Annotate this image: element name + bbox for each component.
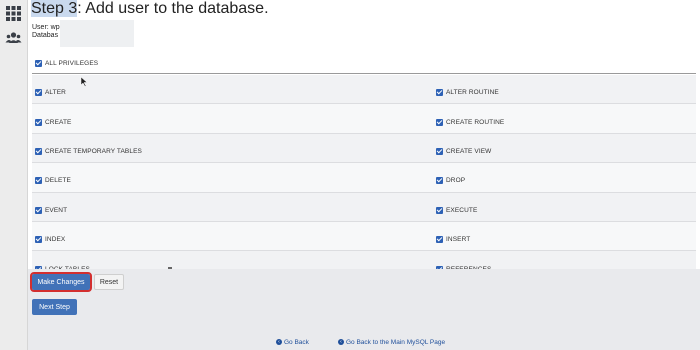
privilege-label: DROP (446, 177, 466, 185)
checkbox[interactable] (35, 206, 42, 214)
privilege-label: ALTER (45, 89, 66, 97)
privilege-item-event[interactable]: EVENT (35, 202, 67, 220)
privileges-panel: ALL PRIVILEGES ALTER ALTER ROUTINE CREAT… (28, 48, 700, 281)
checkbox[interactable] (436, 148, 443, 156)
privilege-row: CREATE TEMPORARY TABLES CREATE VIEW (32, 133, 696, 164)
privilege-item-execute[interactable]: EXECUTE (436, 202, 477, 220)
privilege-item-insert[interactable]: INSERT (436, 231, 470, 249)
users-icon[interactable] (5, 30, 22, 47)
privilege-label: CREATE ROUTINE (446, 118, 505, 126)
checkbox[interactable] (436, 236, 443, 244)
make-changes-button[interactable]: Make Changes (30, 272, 92, 292)
privilege-label: CREATE TEMPORARY TABLES (45, 148, 142, 156)
title-step-highlight: Step 3 (31, 0, 78, 17)
user-label: User: wp (32, 24, 60, 31)
database-label: Databas (32, 32, 59, 39)
checkbox[interactable] (35, 148, 42, 156)
privilege-item-alter[interactable]: ALTER (35, 84, 66, 102)
privilege-row: ALTER ALTER ROUTINE (32, 75, 696, 105)
stray-mark (168, 267, 172, 269)
divider (32, 73, 696, 74)
privilege-label: EVENT (45, 206, 68, 214)
privilege-item-create-routine[interactable]: CREATE ROUTINE (436, 113, 504, 131)
privilege-item-index[interactable]: INDEX (35, 231, 65, 249)
mouse-cursor-icon (80, 77, 88, 87)
redacted-area (60, 20, 134, 47)
next-step-button[interactable]: Next Step (32, 299, 77, 315)
privilege-item-create[interactable]: CREATE (35, 113, 71, 131)
back-arrow-icon: ‹ (276, 339, 282, 346)
all-privileges-checkbox[interactable] (35, 60, 42, 68)
page-title: Step 3: Add user to the database. (31, 0, 269, 18)
privilege-item-drop[interactable]: DROP (436, 172, 465, 190)
checkbox[interactable] (436, 118, 443, 126)
back-arrow-icon: ‹ (338, 339, 344, 346)
privilege-item-create-temporary-tables[interactable]: CREATE TEMPORARY TABLES (35, 143, 142, 161)
checkbox[interactable] (35, 118, 42, 126)
checkbox[interactable] (35, 89, 42, 97)
checkbox[interactable] (35, 236, 42, 244)
go-back-mysql-link[interactable]: ‹ Go Back to the Main MySQL Page (338, 339, 445, 346)
checkbox[interactable] (436, 89, 443, 97)
reset-button[interactable]: Reset (94, 274, 124, 290)
left-rail (0, 0, 28, 350)
privilege-label: DELETE (45, 177, 71, 185)
title-text: : Add user to the database. (77, 0, 269, 17)
privilege-label: EXECUTE (446, 206, 478, 214)
checkbox[interactable] (35, 177, 42, 185)
privilege-row: DELETE DROP (32, 163, 696, 193)
go-back-mysql-label: Go Back to the Main MySQL Page (346, 339, 446, 346)
actions-area: Make Changes Reset Next Step ‹ Go Back ‹ G… (28, 269, 700, 350)
privilege-label: ALTER ROUTINE (446, 89, 499, 97)
apps-grid-icon[interactable] (5, 5, 22, 22)
privilege-label: INSERT (446, 236, 471, 244)
privilege-item-alter-routine[interactable]: ALTER ROUTINE (436, 84, 499, 102)
privilege-label: CREATE (45, 118, 72, 126)
privilege-row: EVENT EXECUTE (32, 192, 696, 222)
privilege-row: CREATE CREATE ROUTINE (32, 104, 696, 134)
all-privileges-label: ALL PRIVILEGES (45, 60, 99, 68)
checkbox[interactable] (436, 177, 443, 185)
privilege-item-delete[interactable]: DELETE (35, 172, 71, 190)
privilege-label: INDEX (45, 236, 66, 244)
privilege-row: INDEX INSERT (32, 221, 696, 252)
checkbox[interactable] (436, 206, 443, 214)
privileges-list: ALTER ALTER ROUTINE CREATE CREATE ROUTIN… (32, 75, 696, 281)
go-back-link[interactable]: ‹ Go Back (276, 339, 309, 346)
go-back-label: Go Back (284, 339, 309, 346)
all-privileges-row[interactable]: ALL PRIVILEGES (35, 55, 98, 73)
privilege-label: CREATE VIEW (446, 148, 492, 156)
privilege-item-create-view[interactable]: CREATE VIEW (436, 143, 491, 161)
